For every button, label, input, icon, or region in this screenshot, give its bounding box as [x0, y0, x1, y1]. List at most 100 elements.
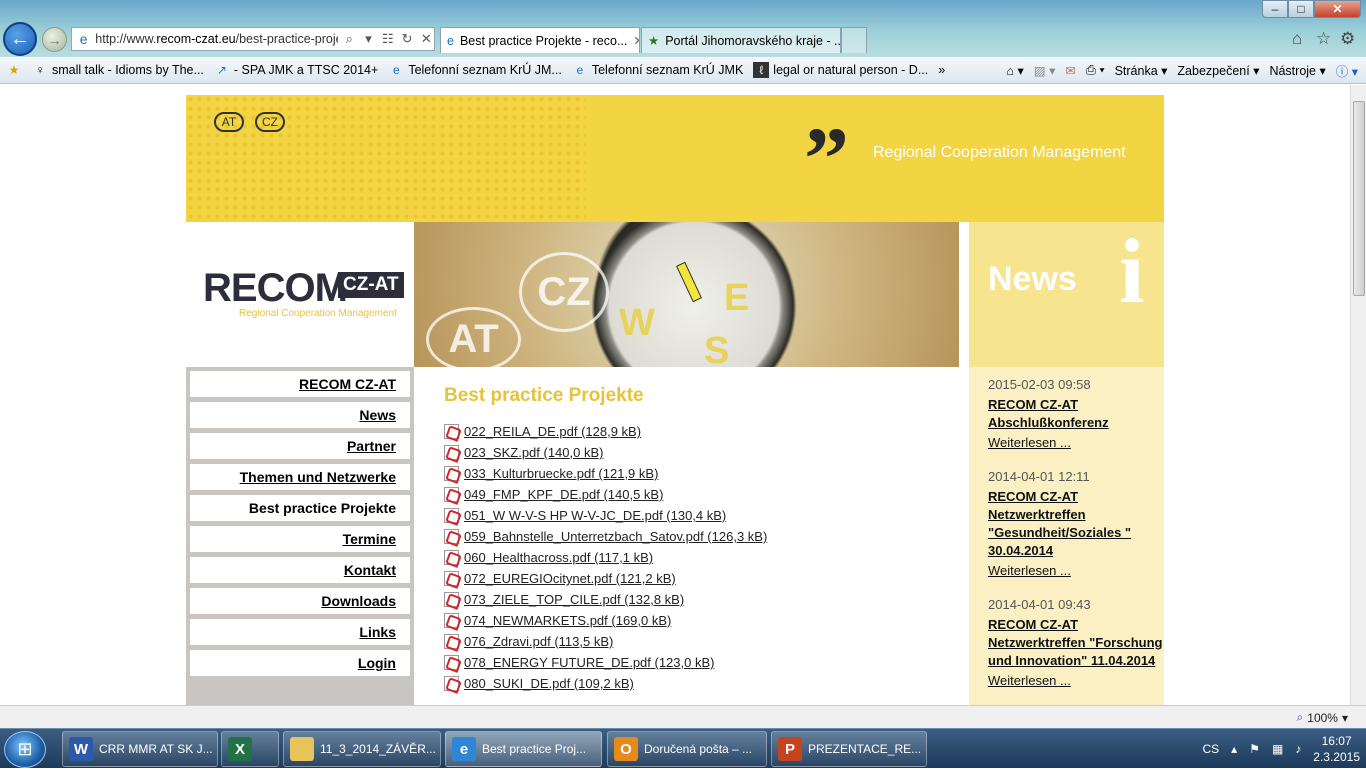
home-icon[interactable]: ⌂ ▾ [1006, 63, 1023, 78]
dropdown-icon[interactable]: ▾ [361, 31, 376, 47]
back-button[interactable]: ← [3, 22, 37, 56]
print-icon[interactable]: ⎙ ▾ [1086, 63, 1105, 78]
file-link[interactable]: 060_Healthacross.pdf (117,1 kB) [464, 550, 653, 565]
address-bar[interactable]: e http://www.recom-czat.eu/best-practice… [71, 27, 435, 51]
read-more-link[interactable]: Weiterlesen ... [988, 435, 1164, 452]
mail-icon[interactable]: ✉ [1065, 63, 1075, 78]
search-icon[interactable]: ⌕ [342, 31, 357, 47]
sidebar-item-partner[interactable]: Partner [190, 433, 410, 459]
file-link[interactable]: 072_EUREGIOcitynet.pdf (121,2 kB) [464, 571, 676, 586]
file-item[interactable]: 073_ZIELE_TOP_CILE.pdf (132,8 kB) [444, 589, 969, 610]
task-powerpoint[interactable]: P PREZENTACE_RE... [771, 731, 927, 767]
favorite-item[interactable]: ↗ - SPA JMK a TTSC 2014+ [214, 62, 378, 78]
file-item[interactable]: 060_Healthacross.pdf (117,1 kB) [444, 547, 969, 568]
site-logo[interactable]: RECOM CZ-AT Regional Cooperation Managem… [186, 222, 414, 367]
read-more-link[interactable]: Weiterlesen ... [988, 673, 1164, 690]
language-indicator[interactable]: CS [1202, 742, 1219, 756]
sidebar-item-themen[interactable]: Themen und Netzwerke [190, 464, 410, 490]
sidebar-item-recom[interactable]: RECOM CZ-AT [190, 371, 410, 397]
start-button[interactable]: ⊞ [4, 731, 46, 768]
more-favorites-icon[interactable]: » [938, 63, 945, 77]
file-item[interactable]: 080_SUKI_DE.pdf (109,2 kB) [444, 673, 969, 694]
file-link[interactable]: 033_Kulturbruecke.pdf (121,9 kB) [464, 466, 658, 481]
refresh-icon[interactable]: ↻ [399, 31, 414, 47]
rss-icon[interactable]: ▨ ▾ [1034, 63, 1056, 78]
sidebar-item-kontakt[interactable]: Kontakt [190, 557, 410, 583]
task-folder[interactable]: 11_3_2014_ZÁVĚR... [283, 731, 441, 767]
tab-best-practice[interactable]: e Best practice Projekte - reco... ✕ [440, 27, 640, 53]
favorite-item[interactable]: ℓ legal or natural person - D... [753, 62, 928, 78]
favorite-item[interactable]: ♀ small talk - Idioms by The... [32, 62, 204, 78]
file-item[interactable]: 023_SKZ.pdf (140,0 kB) [444, 442, 969, 463]
stop-icon[interactable]: ✕ [419, 31, 434, 47]
news-title-link[interactable]: RECOM CZ-AT Netzwerktreffen "Forschung u… [988, 616, 1164, 670]
file-item[interactable]: 049_FMP_KPF_DE.pdf (140,5 kB) [444, 484, 969, 505]
lang-cz-button[interactable]: CZ [255, 112, 285, 132]
close-window-button[interactable]: ✕ [1314, 0, 1361, 18]
system-tray: CS ▴ ⚑ ▦ ♪ 16:07 2.3.2015 [1202, 729, 1360, 769]
file-link[interactable]: 074_NEWMARKETS.pdf (169,0 kB) [464, 613, 671, 628]
maximize-button[interactable]: □ [1288, 0, 1314, 18]
file-item[interactable]: 078_ENERGY FUTURE_DE.pdf (123,0 kB) [444, 652, 969, 673]
file-item[interactable]: 072_EUREGIOcitynet.pdf (121,2 kB) [444, 568, 969, 589]
task-outlook[interactable]: O Doručená pošta – ... [607, 731, 767, 767]
task-ie[interactable]: e Best practice Proj... [445, 731, 602, 767]
file-item[interactable]: 022_REILA_DE.pdf (128,9 kB) [444, 421, 969, 442]
file-link[interactable]: 051_W W-V-S HP W-V-JC_DE.pdf (130,4 kB) [464, 508, 726, 523]
network-icon[interactable]: ▦ [1272, 742, 1283, 756]
folder-icon [290, 737, 314, 761]
file-item[interactable]: 076_Zdravi.pdf (113,5 kB) [444, 631, 969, 652]
file-link[interactable]: 022_REILA_DE.pdf (128,9 kB) [464, 424, 641, 439]
task-word[interactable]: W CRR MMR AT SK J... [62, 731, 218, 767]
task-excel[interactable]: X [221, 731, 279, 767]
home-icon[interactable]: ⌂ [1292, 29, 1302, 49]
tools-menu[interactable]: Nástroje ▾ [1269, 63, 1325, 78]
read-more-link[interactable]: Weiterlesen ... [988, 563, 1164, 580]
file-link[interactable]: 080_SUKI_DE.pdf (109,2 kB) [464, 676, 634, 691]
news-heading: News [988, 260, 1077, 298]
lang-at-button[interactable]: AT [214, 112, 244, 132]
page-menu[interactable]: Stránka ▾ [1115, 63, 1168, 78]
tab-portal-jmk[interactable]: ★ Portál Jihomoravského kraje - ... [641, 27, 841, 53]
help-icon[interactable]: ⓘ ▾ [1336, 61, 1358, 80]
show-hidden-icons-icon[interactable]: ▴ [1231, 742, 1237, 756]
address-url[interactable]: http://www.recom-czat.eu/best-practice-p… [95, 32, 337, 46]
zoom-control[interactable]: ⌕ 100% ▾ [1297, 710, 1348, 725]
sidebar-item-links[interactable]: Links [190, 619, 410, 645]
clock[interactable]: 16:07 2.3.2015 [1313, 733, 1360, 765]
volume-icon[interactable]: ♪ [1295, 742, 1301, 756]
file-item[interactable]: 051_W W-V-S HP W-V-JC_DE.pdf (130,4 kB) [444, 505, 969, 526]
news-title-link[interactable]: RECOM CZ-AT Netzwerktreffen "Gesundheit/… [988, 488, 1164, 560]
file-link[interactable]: 023_SKZ.pdf (140,0 kB) [464, 445, 603, 460]
file-link[interactable]: 059_Bahnstelle_Unterretzbach_Satov.pdf (… [464, 529, 767, 544]
news-date: 2014-04-01 09:43 [988, 597, 1091, 612]
sidebar-item-best-practice[interactable]: Best practice Projekte [190, 495, 410, 521]
close-tab-icon[interactable]: ✕ [633, 33, 639, 48]
flag-icon[interactable]: ⚑ [1249, 742, 1260, 756]
sidebar-item-termine[interactable]: Termine [190, 526, 410, 552]
file-item[interactable]: 074_NEWMARKETS.pdf (169,0 kB) [444, 610, 969, 631]
minimize-button[interactable]: – [1262, 0, 1288, 18]
settings-gear-icon[interactable]: ⚙ [1340, 29, 1355, 49]
news-title-link[interactable]: RECOM CZ-AT Abschlußkonferenz [988, 396, 1164, 432]
file-link[interactable]: 049_FMP_KPF_DE.pdf (140,5 kB) [464, 487, 663, 502]
file-link[interactable]: 076_Zdravi.pdf (113,5 kB) [464, 634, 613, 649]
file-link[interactable]: 073_ZIELE_TOP_CILE.pdf (132,8 kB) [464, 592, 684, 607]
forward-button[interactable]: → [42, 27, 67, 52]
compatibility-icon[interactable]: ☷ [380, 31, 395, 47]
security-menu[interactable]: Zabezpečení ▾ [1177, 63, 1259, 78]
sidebar-item-downloads[interactable]: Downloads [190, 588, 410, 614]
favorites-star-icon[interactable]: ☆ [1316, 29, 1331, 49]
news-item: 2014-04-01 12:11 RECOM CZ-AT Netzwerktre… [988, 469, 1164, 580]
sidebar-item-login[interactable]: Login [190, 650, 410, 676]
favorite-item[interactable]: e Telefonní seznam KrÚ JMK [572, 62, 744, 78]
new-tab-button[interactable] [841, 27, 867, 53]
file-item[interactable]: 033_Kulturbruecke.pdf (121,9 kB) [444, 463, 969, 484]
add-favorites-icon[interactable]: ★ [6, 62, 22, 78]
sidebar-item-news[interactable]: News [190, 402, 410, 428]
scrollbar-thumb[interactable] [1353, 101, 1365, 296]
file-link[interactable]: 078_ENERGY FUTURE_DE.pdf (123,0 kB) [464, 655, 714, 670]
favorite-item[interactable]: e Telefonní seznam KrÚ JM... [388, 62, 562, 78]
vertical-scrollbar[interactable] [1350, 85, 1366, 705]
file-item[interactable]: 059_Bahnstelle_Unterretzbach_Satov.pdf (… [444, 526, 969, 547]
